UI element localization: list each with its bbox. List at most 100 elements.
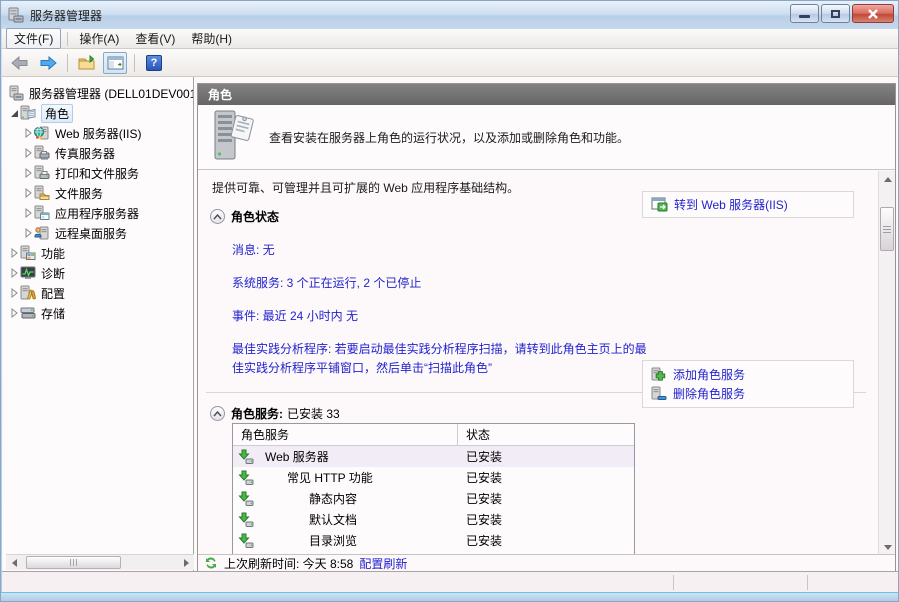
tree-item-app-server-label: 应用程序服务器 (55, 206, 140, 221)
help-button[interactable]: ? (142, 52, 166, 74)
scroll-down-button[interactable] (879, 539, 896, 555)
tree-item-web-server-label: Web 服务器(IIS) (55, 126, 142, 141)
main-vertical-scrollbar[interactable] (878, 171, 895, 555)
app-server-icon (34, 205, 51, 221)
collapsed-arrow-icon[interactable] (22, 148, 34, 158)
installed-icon (238, 533, 254, 549)
tree-item-configuration[interactable]: 配置 (4, 283, 193, 303)
scrollbar-thumb[interactable] (26, 556, 121, 569)
menu-view[interactable]: 查看(V) (128, 29, 182, 48)
role-service-status: 已安装 (466, 450, 503, 464)
goto-web-server-link[interactable]: 转到 Web 服务器(IIS) (651, 196, 788, 213)
scroll-right-button[interactable] (178, 555, 194, 570)
maximize-icon (831, 9, 840, 18)
tree-item-web-server-iis[interactable]: Web 服务器(IIS) (4, 123, 193, 143)
forward-button[interactable] (36, 52, 60, 74)
back-button[interactable] (8, 52, 32, 74)
tree-item-app-server[interactable]: 应用程序服务器 (4, 203, 193, 223)
role-service-name: 目录浏览 (309, 534, 358, 548)
scroll-left-button[interactable] (6, 555, 22, 570)
expanded-arrow-icon[interactable] (8, 108, 20, 118)
tree-item-print-services-label: 打印和文件服务 (55, 166, 140, 181)
collapsed-arrow-icon[interactable] (22, 128, 34, 138)
scrollbar-thumb[interactable] (880, 207, 894, 251)
tree-item-features-label: 功能 (41, 246, 66, 261)
collapsed-arrow-icon[interactable] (8, 288, 20, 298)
close-icon (868, 8, 878, 19)
title-bar[interactable]: 服务器管理器 (1, 1, 898, 29)
role-services-title: 角色服务: (231, 407, 283, 421)
collapsed-arrow-icon[interactable] (22, 228, 34, 238)
role-service-name: 默认文档 (309, 513, 358, 527)
last-refresh-label: 上次刷新时间: 今天 8:58 (224, 556, 354, 571)
status-bar (2, 571, 898, 592)
events-link[interactable]: 事件: 最近 24 小时内 无 (232, 307, 652, 326)
menu-file[interactable]: 文件(F) (6, 28, 62, 49)
close-button[interactable] (852, 4, 894, 23)
table-row[interactable]: 默认文档 已安装 (233, 509, 634, 530)
table-row[interactable]: 静态内容 已安装 (233, 488, 634, 509)
installed-icon (238, 512, 254, 528)
refresh-icon (206, 557, 216, 569)
menu-action[interactable]: 操作(A) (72, 29, 126, 48)
role-service-status: 已安装 (466, 513, 503, 527)
tree-item-print-services[interactable]: 打印和文件服务 (4, 163, 193, 183)
table-row[interactable]: Web 服务器 已安装 (233, 446, 634, 467)
tree-item-features[interactable]: 功能 (4, 243, 193, 263)
messages-link[interactable]: 消息: 无 (232, 241, 652, 260)
minimize-button[interactable] (790, 4, 819, 23)
roles-scroll-region: 提供可靠、可管理并且可扩展的 Web 应用程序基础结构。 角色状态 转到 Web… (198, 171, 895, 555)
minimize-icon (799, 15, 810, 18)
storage-icon (20, 305, 37, 321)
window-bottom-frame (1, 592, 898, 601)
tree-item-remote-desktop[interactable]: 远程桌面服务 (4, 223, 193, 243)
menu-bar: 文件(F) 操作(A) 查看(V) 帮助(H) (2, 28, 898, 49)
statusbar-separator (807, 575, 808, 590)
menu-help[interactable]: 帮助(H) (184, 29, 239, 48)
refresh-strip: 上次刷新时间: 今天 8:58 配置刷新 (198, 554, 895, 571)
tree-root-server-manager[interactable]: 服务器管理器 (DELL01DEV001) (4, 83, 193, 103)
tree-item-file-services[interactable]: 文件服务 (4, 183, 193, 203)
collapsed-arrow-icon[interactable] (8, 248, 20, 258)
collapse-section-button[interactable] (210, 209, 225, 224)
tree-item-diagnostics[interactable]: 诊断 (4, 263, 193, 283)
chevron-up-icon (213, 213, 222, 219)
add-role-services-label: 添加角色服务 (673, 368, 746, 382)
add-role-services-link[interactable]: 添加角色服务 (651, 366, 845, 383)
scroll-up-button[interactable] (879, 171, 896, 187)
tree-horizontal-scrollbar[interactable] (6, 554, 194, 570)
role-service-name: 常见 HTTP 功能 (287, 471, 373, 485)
maximize-button[interactable] (821, 4, 850, 23)
remove-role-services-link[interactable]: 删除角色服务 (651, 385, 845, 402)
role-service-status: 已安装 (466, 492, 503, 506)
roles-description-banner: 查看安装在服务器上角色的运行状况，以及添加或删除角色和功能。 (198, 105, 895, 170)
tree-item-fax-server[interactable]: 传真服务器 (4, 143, 193, 163)
server-manager-icon (8, 85, 25, 101)
column-header-status[interactable]: 状态 (458, 426, 490, 443)
main-panel: 角色 查看安装在服务器上角色的运行状况，以及添加或删除角色和功能。 提供可靠、可… (197, 83, 896, 571)
show-hide-pane-button[interactable] (103, 51, 127, 74)
collapsed-arrow-icon[interactable] (22, 168, 34, 178)
column-header-role-service[interactable]: 角色服务 (233, 424, 458, 445)
statusbar-separator (673, 575, 674, 590)
configure-refresh-link[interactable]: 配置刷新 (359, 555, 407, 572)
scroll-down-icon (883, 544, 892, 550)
best-practices-analyzer-link[interactable]: 最佳实践分析程序: 若要启动最佳实践分析程序扫描，请转到此角色主页上的最佳实践分… (232, 340, 652, 378)
table-row[interactable]: 常见 HTTP 功能 已安装 (233, 467, 634, 488)
collapsed-arrow-icon[interactable] (8, 308, 20, 318)
collapsed-arrow-icon[interactable] (22, 188, 34, 198)
chevron-up-icon (213, 410, 222, 416)
roles-banner-icon (211, 109, 255, 165)
tree-item-storage[interactable]: 存储 (4, 303, 193, 323)
tree-item-file-services-label: 文件服务 (55, 186, 104, 201)
installed-icon (238, 470, 254, 486)
export-button[interactable] (75, 52, 99, 74)
table-row[interactable]: 目录浏览 已安装 (233, 530, 634, 551)
collapsed-arrow-icon[interactable] (8, 268, 20, 278)
role-service-status: 已安装 (466, 471, 503, 485)
collapsed-arrow-icon[interactable] (22, 208, 34, 218)
tree-item-roles[interactable]: 角色 (4, 103, 193, 123)
system-services-link[interactable]: 系统服务: 3 个正在运行, 2 个已停止 (232, 274, 652, 293)
collapse-section-button[interactable] (210, 406, 225, 421)
file-services-icon (34, 185, 51, 201)
